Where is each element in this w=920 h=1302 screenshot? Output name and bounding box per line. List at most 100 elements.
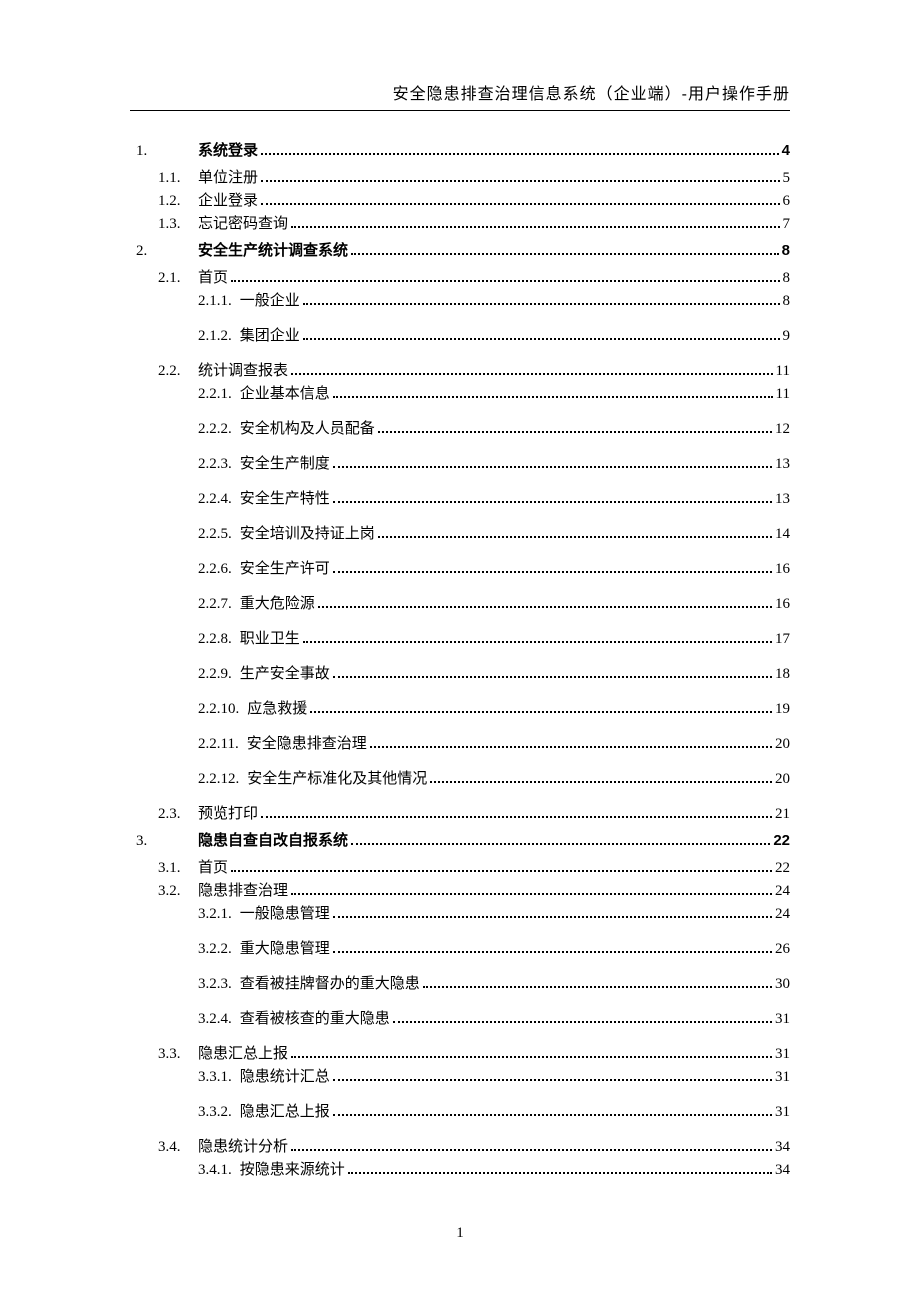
- toc-leader-dots: [291, 1048, 772, 1058]
- toc-entry-label: 首页: [198, 266, 228, 287]
- toc-entry: 2.3.预览打印21: [130, 802, 790, 823]
- toc-leader-dots: [261, 195, 779, 205]
- toc-gap: [130, 685, 790, 695]
- toc-entry-number: 3.2.: [158, 883, 194, 900]
- toc-entry: 2.2.5.安全培训及持证上岗14: [130, 522, 790, 543]
- toc-entry-number: 2.3.: [158, 806, 194, 823]
- toc-gap: [130, 755, 790, 765]
- toc-entry-label: 生产安全事故: [240, 662, 330, 683]
- toc-leader-dots: [333, 388, 773, 398]
- toc-leader-dots: [318, 598, 772, 608]
- toc-entry-label: 安全生产统计调查系统: [198, 239, 348, 260]
- toc-entry-label: 隐患汇总上报: [240, 1100, 330, 1121]
- toc-entry-page: 21: [775, 806, 790, 823]
- toc-entry-label: 职业卫生: [240, 627, 300, 648]
- toc-entry: 3.2.3.查看被挂牌督办的重大隐患30: [130, 972, 790, 993]
- toc-gap: [130, 405, 790, 415]
- toc-entry-number: 3.2.1.: [198, 906, 232, 923]
- toc-leader-dots: [291, 1141, 772, 1151]
- toc-entry-label: 统计调查报表: [198, 359, 288, 380]
- toc-entry: 1.系统登录4: [130, 139, 790, 160]
- toc-entry-number: 2.: [136, 243, 194, 260]
- toc-entry-number: 3.3.1.: [198, 1069, 232, 1086]
- toc-leader-dots: [333, 1106, 772, 1116]
- toc-entry-page: 31: [775, 1104, 790, 1121]
- toc-leader-dots: [351, 835, 770, 845]
- toc-leader-dots: [291, 885, 772, 895]
- toc-entry-page: 31: [775, 1069, 790, 1086]
- toc-entry-number: 2.2.4.: [198, 491, 232, 508]
- toc-entry-page: 16: [775, 596, 790, 613]
- toc-entry-page: 16: [775, 561, 790, 578]
- toc-gap: [130, 925, 790, 935]
- toc-entry-number: 2.2.6.: [198, 561, 232, 578]
- toc-entry-page: 22: [775, 860, 790, 877]
- toc-gap: [130, 995, 790, 1005]
- toc-entry-label: 企业基本信息: [240, 382, 330, 403]
- toc-entry-page: 8: [783, 270, 791, 287]
- toc-leader-dots: [393, 1013, 772, 1023]
- toc-entry-page: 4: [782, 142, 790, 159]
- toc-entry-number: 3.4.1.: [198, 1162, 232, 1179]
- toc-entry-number: 2.1.1.: [198, 293, 232, 310]
- toc-entry-page: 24: [775, 883, 790, 900]
- toc-entry: 2.2.11.安全隐患排查治理20: [130, 732, 790, 753]
- toc-entry-number: 2.2.8.: [198, 631, 232, 648]
- toc-entry-label: 安全机构及人员配备: [240, 417, 375, 438]
- toc-entry-label: 集团企业: [240, 324, 300, 345]
- toc-entry: 3.1.首页22: [130, 856, 790, 877]
- toc-entry: 3.2.4.查看被核查的重大隐患31: [130, 1007, 790, 1028]
- toc-leader-dots: [310, 703, 772, 713]
- toc-entry-label: 应急救援: [247, 697, 307, 718]
- toc-entry-label: 企业登录: [198, 189, 258, 210]
- toc-entry: 2.2.3.安全生产制度13: [130, 452, 790, 473]
- table-of-contents: 1.系统登录41.1.单位注册51.2.企业登录61.3.忘记密码查询72.安全…: [130, 139, 790, 1179]
- toc-entry-number: 2.2.11.: [198, 736, 239, 753]
- toc-entry: 3.4.隐患统计分析34: [130, 1135, 790, 1156]
- toc-leader-dots: [370, 738, 772, 748]
- toc-entry-page: 5: [783, 170, 791, 187]
- toc-entry-label: 隐患汇总上报: [198, 1042, 288, 1063]
- toc-leader-dots: [378, 423, 772, 433]
- toc-entry-label: 安全生产标准化及其他情况: [247, 767, 427, 788]
- toc-entry: 2.1.2.集团企业9: [130, 324, 790, 345]
- toc-gap: [130, 347, 790, 357]
- toc-entry: 2.2.7.重大危险源16: [130, 592, 790, 613]
- toc-leader-dots: [303, 633, 772, 643]
- toc-entry-number: 2.2.9.: [198, 666, 232, 683]
- toc-entry: 2.2.10.应急救援19: [130, 697, 790, 718]
- toc-entry: 2.2.2.安全机构及人员配备12: [130, 417, 790, 438]
- toc-entry-number: 3.2.4.: [198, 1011, 232, 1028]
- toc-entry-page: 24: [775, 906, 790, 923]
- toc-entry-number: 2.2.12.: [198, 771, 239, 788]
- toc-entry: 1.1.单位注册5: [130, 166, 790, 187]
- toc-leader-dots: [333, 908, 772, 918]
- toc-entry: 2.2.1.企业基本信息11: [130, 382, 790, 403]
- toc-entry-label: 安全生产许可: [240, 557, 330, 578]
- toc-entry-label: 查看被挂牌督办的重大隐患: [240, 972, 420, 993]
- toc-entry-number: 3.1.: [158, 860, 194, 877]
- toc-gap: [130, 1123, 790, 1133]
- toc-entry-label: 隐患统计汇总: [240, 1065, 330, 1086]
- toc-entry-number: 2.1.: [158, 270, 194, 287]
- toc-entry-number: 3.3.2.: [198, 1104, 232, 1121]
- toc-entry: 2.1.首页 8: [130, 266, 790, 287]
- toc-entry: 3.3.隐患汇总上报31: [130, 1042, 790, 1063]
- toc-entry: 3.4.1.按隐患来源统计34: [130, 1158, 790, 1179]
- toc-leader-dots: [430, 773, 772, 783]
- toc-entry-label: 单位注册: [198, 166, 258, 187]
- toc-leader-dots: [333, 563, 772, 573]
- toc-entry: 3.2.隐患排查治理24: [130, 879, 790, 900]
- toc-entry-label: 重大危险源: [240, 592, 315, 613]
- toc-entry-label: 安全培训及持证上岗: [240, 522, 375, 543]
- toc-leader-dots: [333, 943, 772, 953]
- toc-leader-dots: [291, 365, 773, 375]
- toc-gap: [130, 545, 790, 555]
- toc-entry-page: 31: [775, 1011, 790, 1028]
- toc-entry: 2.2.统计调查报表11: [130, 359, 790, 380]
- toc-gap: [130, 720, 790, 730]
- toc-leader-dots: [291, 218, 779, 228]
- toc-entry-page: 11: [776, 386, 790, 403]
- toc-entry: 2.2.12.安全生产标准化及其他情况20: [130, 767, 790, 788]
- toc-leader-dots: [231, 862, 772, 872]
